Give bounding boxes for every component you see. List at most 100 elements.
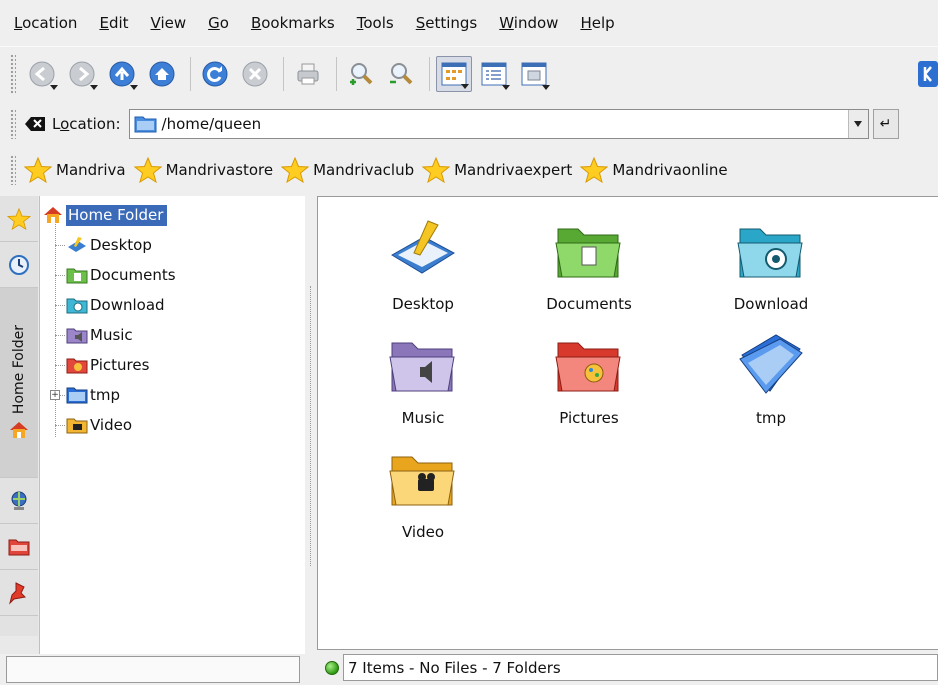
- stop-button[interactable]: [237, 56, 273, 92]
- menu-edit[interactable]: Edit: [99, 14, 128, 32]
- preview-button[interactable]: [516, 56, 552, 92]
- tree-item-pictures[interactable]: Pictures: [40, 350, 305, 380]
- folder-item-video[interactable]: Video: [348, 443, 498, 553]
- tab-services[interactable]: [0, 570, 38, 616]
- print-button[interactable]: [290, 56, 326, 92]
- bookmark-label: Mandrivaclub: [313, 161, 415, 179]
- menu-bookmarks[interactable]: Bookmarks: [251, 14, 335, 32]
- location-dropdown-button[interactable]: [847, 110, 868, 138]
- home-button[interactable]: [144, 56, 180, 92]
- sidebar-tabs: Home Folder: [0, 196, 40, 654]
- tab-history[interactable]: [0, 242, 38, 288]
- tree-item-home-folder[interactable]: Home Folder: [40, 200, 305, 230]
- star-icon: [24, 157, 52, 183]
- main-toolbar: [0, 46, 938, 100]
- folder-item-pictures[interactable]: Pictures: [514, 329, 664, 439]
- menu-go[interactable]: Go: [208, 14, 229, 32]
- menu-tools[interactable]: Tools: [357, 14, 394, 32]
- bookmark-item[interactable]: Mandrivaonline: [580, 157, 728, 183]
- folder-item-desktop[interactable]: Desktop: [348, 215, 498, 325]
- toolbar-separator: [190, 56, 191, 91]
- bookmark-label: Mandrivastore: [165, 161, 274, 179]
- back-button[interactable]: [24, 56, 60, 92]
- home-icon: [149, 61, 175, 86]
- folder-item-download[interactable]: Download: [696, 215, 846, 325]
- network-icon: [11, 491, 27, 510]
- pushpin-icon: [9, 581, 27, 605]
- reload-button[interactable]: [197, 56, 233, 92]
- tab-network[interactable]: [0, 478, 38, 524]
- tree-item-video[interactable]: Video: [40, 410, 305, 440]
- tree-item-documents[interactable]: Documents: [40, 260, 305, 290]
- bookmark-item[interactable]: Mandrivaclub: [281, 157, 414, 183]
- pictures-folder-icon: [555, 342, 621, 392]
- up-button[interactable]: [104, 56, 140, 92]
- kde-icon: [918, 60, 938, 87]
- forward-button[interactable]: [64, 56, 100, 92]
- tree-item-music[interactable]: Music: [40, 320, 305, 350]
- tab-more[interactable]: [0, 616, 38, 636]
- toolbar-grip[interactable]: [10, 155, 16, 185]
- tree-item-desktop[interactable]: Desktop: [40, 230, 305, 260]
- music-folder-icon: [389, 342, 455, 392]
- file-icon-view: Desktop Documents Download Music Picture…: [317, 196, 938, 650]
- kde-logo: [916, 56, 938, 92]
- clear-location-icon[interactable]: [24, 115, 46, 133]
- location-label: Location:: [52, 115, 121, 133]
- folder-item-documents[interactable]: Documents: [514, 215, 664, 325]
- bookmark-item[interactable]: Mandrivaexpert: [422, 157, 572, 183]
- tree-item-download[interactable]: Download: [40, 290, 305, 320]
- menu-window[interactable]: Window: [499, 14, 558, 32]
- tab-bookmarks[interactable]: [0, 196, 38, 242]
- icon-view-icon: [441, 62, 467, 85]
- menu-accel: B: [250, 14, 262, 32]
- zoom-out-button[interactable]: [383, 56, 419, 92]
- folder-item-label: Documents: [546, 295, 632, 313]
- go-button[interactable]: ↵: [872, 109, 899, 139]
- icon-view-button[interactable]: [436, 55, 472, 92]
- forward-icon: [69, 61, 95, 86]
- tree-item-label: Pictures: [90, 356, 150, 374]
- menu-settings[interactable]: Settings: [416, 14, 478, 32]
- toolbar-grip[interactable]: [10, 53, 16, 94]
- tab-home-folder[interactable]: Home Folder: [0, 288, 38, 478]
- panel-splitter[interactable]: [305, 196, 317, 654]
- tab-root-folder[interactable]: [0, 524, 38, 570]
- menu-location[interactable]: Location: [14, 14, 77, 32]
- location-input[interactable]: /home/queen: [128, 109, 869, 139]
- toolbar-grip[interactable]: [10, 109, 16, 139]
- zoom-in-button[interactable]: [343, 56, 379, 92]
- folder-tree: Home Folder Desktop Documents Download M…: [40, 196, 305, 654]
- bookmark-item[interactable]: Mandrivastore: [133, 157, 274, 183]
- red-folder-icon: [8, 539, 30, 555]
- documents-folder-icon: [555, 228, 621, 278]
- bookmark-item[interactable]: Mandriva: [24, 157, 126, 183]
- home-icon: [42, 205, 64, 225]
- menu-view[interactable]: View: [151, 14, 187, 32]
- tree-item-label: Video: [90, 416, 133, 434]
- folder-item-music[interactable]: Music: [348, 329, 498, 439]
- menu-accel: H: [580, 14, 592, 32]
- tree-item-label: Home Folder: [66, 204, 168, 226]
- expand-icon[interactable]: +: [50, 390, 60, 400]
- toolbar-separator: [429, 56, 430, 91]
- tree-item-tmp[interactable]: + tmp: [40, 380, 305, 410]
- desktop-folder-icon: [391, 220, 455, 274]
- print-icon: [297, 63, 319, 84]
- location-bar: Location: /home/queen ↵: [0, 104, 938, 144]
- menu-label: o: [219, 14, 229, 32]
- menu-accel: S: [415, 14, 426, 32]
- folder-item-tmp[interactable]: tmp: [696, 329, 846, 439]
- back-icon: [29, 61, 55, 86]
- toolbar-separator: [283, 56, 284, 91]
- menu-help[interactable]: Help: [580, 14, 614, 32]
- tree-item-label: Download: [90, 296, 165, 314]
- bookmark-label: Mandrivaexpert: [454, 161, 573, 179]
- zoom-in-icon: [350, 62, 373, 85]
- folder-item-label: Video: [401, 523, 445, 541]
- detail-view-button[interactable]: [476, 56, 512, 92]
- folder-item-label: Pictures: [559, 409, 619, 427]
- download-folder-icon: [737, 228, 803, 278]
- menu-label: ettings: [425, 14, 478, 32]
- folder-item-label: tmp: [755, 409, 786, 427]
